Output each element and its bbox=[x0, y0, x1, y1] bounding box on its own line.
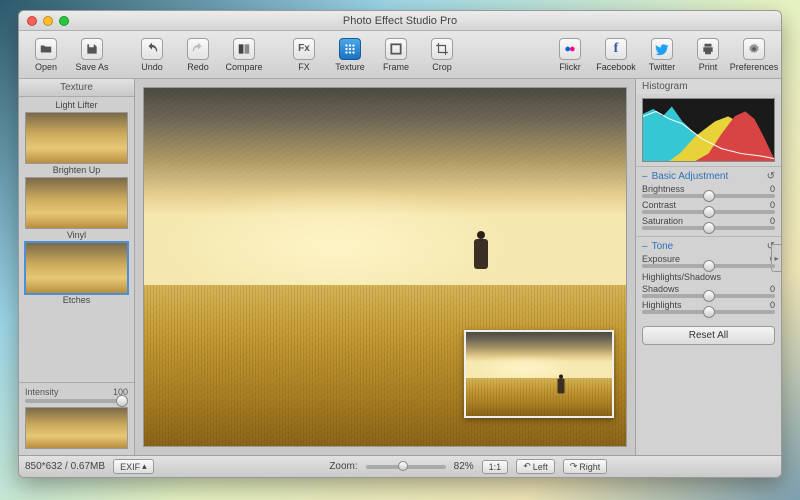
intensity-slider[interactable] bbox=[25, 399, 128, 403]
preferences-button[interactable]: Preferences bbox=[733, 34, 775, 76]
zoom-value: 82% bbox=[454, 461, 474, 472]
reset-icon[interactable]: ↺ bbox=[767, 171, 775, 182]
statusbar: 850*632 / 0.67MB EXIF ▴ Zoom: 82% 1:1 ↶ … bbox=[19, 455, 781, 477]
texture-item-etches[interactable]: Etches bbox=[25, 242, 128, 305]
rotate-right-button[interactable]: ↷ Right bbox=[563, 459, 608, 474]
redo-icon bbox=[187, 38, 209, 60]
image-dimensions: 850*632 / 0.67MB bbox=[25, 461, 105, 472]
thumbnail-icon bbox=[25, 242, 128, 294]
facebook-button[interactable]: f Facebook bbox=[595, 34, 637, 76]
facebook-icon: f bbox=[605, 38, 627, 60]
preview-inset[interactable] bbox=[464, 330, 614, 418]
flickr-button[interactable]: Flickr bbox=[549, 34, 591, 76]
sidebar-title: Texture bbox=[19, 79, 134, 97]
window-title: Photo Effect Studio Pro bbox=[19, 15, 781, 27]
shadows-slider[interactable] bbox=[642, 294, 775, 298]
zoom-1to1-button[interactable]: 1:1 bbox=[482, 460, 509, 474]
texture-list[interactable]: Light Lifter Brighten Up Vinyl Etches bbox=[19, 97, 134, 382]
saveas-button[interactable]: Save As bbox=[71, 34, 113, 76]
thumbnail-icon bbox=[25, 407, 128, 449]
canvas-area: ▸ bbox=[135, 79, 635, 455]
texture-icon bbox=[339, 38, 361, 60]
flickr-icon bbox=[559, 38, 581, 60]
rotate-left-button[interactable]: ↶ Left bbox=[516, 459, 555, 474]
print-icon bbox=[697, 38, 719, 60]
crop-button[interactable]: Crop bbox=[421, 34, 463, 76]
save-icon bbox=[81, 38, 103, 60]
redo-button[interactable]: Redo bbox=[177, 34, 219, 76]
undo-button[interactable]: Undo bbox=[131, 34, 173, 76]
app-window: Photo Effect Studio Pro Open Save As Und… bbox=[18, 10, 782, 478]
zoom-label: Zoom: bbox=[329, 461, 357, 472]
adjustments-panel: Histogram –Basic Adjustment↺ Brightness0… bbox=[635, 79, 781, 455]
image-canvas[interactable] bbox=[143, 87, 627, 447]
reset-all-button[interactable]: Reset All bbox=[642, 326, 775, 345]
thumbnail-icon bbox=[25, 177, 128, 229]
twitter-button[interactable]: Twitter bbox=[641, 34, 683, 76]
texture-item-next[interactable] bbox=[25, 407, 128, 449]
open-button[interactable]: Open bbox=[25, 34, 67, 76]
zoom-slider[interactable] bbox=[366, 465, 446, 469]
exif-button[interactable]: EXIF ▴ bbox=[113, 459, 154, 474]
fx-button[interactable]: Fx FX bbox=[283, 34, 325, 76]
titlebar: Photo Effect Studio Pro bbox=[19, 11, 781, 31]
undo-icon bbox=[141, 38, 163, 60]
compare-icon bbox=[233, 38, 255, 60]
highlights-slider[interactable] bbox=[642, 310, 775, 314]
thumbnail-icon bbox=[25, 112, 128, 164]
basic-adjustment-group: –Basic Adjustment↺ Brightness0 Contrast0… bbox=[636, 166, 781, 236]
crop-icon bbox=[431, 38, 453, 60]
frame-button[interactable]: Frame bbox=[375, 34, 417, 76]
texture-item-light-lifter[interactable]: Light Lifter bbox=[25, 100, 128, 110]
fx-icon: Fx bbox=[293, 38, 315, 60]
intensity-control: Intensity 100 bbox=[19, 382, 134, 405]
tone-group: –Tone↺ Exposure0 Highlights/Shadows Shad… bbox=[636, 236, 781, 320]
frame-icon bbox=[385, 38, 407, 60]
saturation-slider[interactable] bbox=[642, 226, 775, 230]
contrast-slider[interactable] bbox=[642, 210, 775, 214]
print-button[interactable]: Print bbox=[687, 34, 729, 76]
histogram-title: Histogram bbox=[636, 79, 781, 94]
texture-item-vinyl[interactable]: Vinyl bbox=[25, 177, 128, 240]
texture-button[interactable]: Texture bbox=[329, 34, 371, 76]
toolbar: Open Save As Undo Redo Compare Fx FX Tex… bbox=[19, 31, 781, 79]
brightness-slider[interactable] bbox=[642, 194, 775, 198]
gear-icon bbox=[743, 38, 765, 60]
folder-open-icon bbox=[35, 38, 57, 60]
texture-item-brighten-up[interactable]: Brighten Up bbox=[25, 112, 128, 175]
texture-sidebar: Texture Light Lifter Brighten Up Vinyl E… bbox=[19, 79, 135, 455]
compare-button[interactable]: Compare bbox=[223, 34, 265, 76]
histogram bbox=[642, 98, 775, 162]
intensity-label: Intensity bbox=[25, 387, 59, 397]
exposure-slider[interactable] bbox=[642, 264, 775, 268]
twitter-icon bbox=[651, 38, 673, 60]
